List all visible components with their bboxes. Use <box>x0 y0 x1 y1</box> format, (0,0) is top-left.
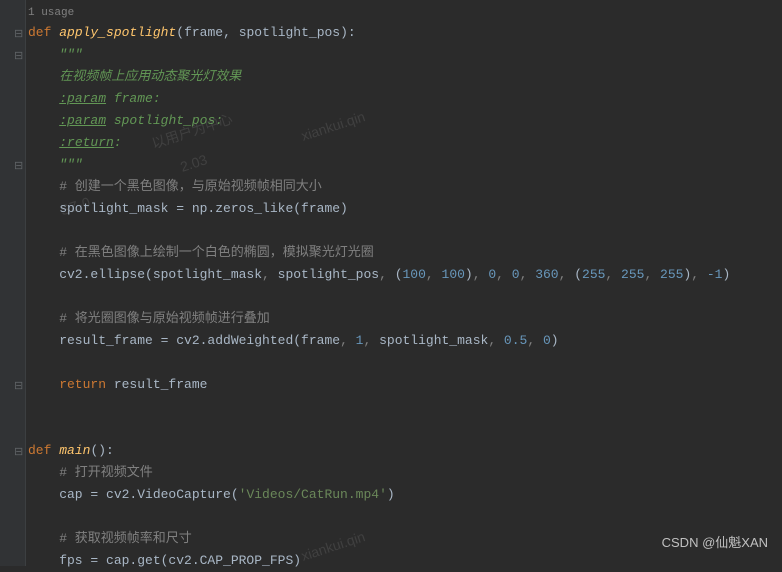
usage-hint[interactable]: 1 usage <box>0 0 782 22</box>
comment-line[interactable]: # 在黑色图像上绘制一个白色的椭圆，模拟聚光灯光圈 <box>0 242 782 264</box>
comma: , <box>644 267 660 282</box>
number: 0 <box>512 267 520 282</box>
docstring-open[interactable]: """ <box>0 44 782 66</box>
return-value: result_frame <box>114 377 208 392</box>
param-text: frame: <box>106 91 161 106</box>
comment: # 获取视频帧率和尺寸 <box>28 531 192 546</box>
number: 0.5 <box>504 333 527 348</box>
paren-open: ( <box>176 25 184 40</box>
comma: , <box>473 267 489 282</box>
paren: ) <box>551 333 559 348</box>
return-text: : <box>114 135 122 150</box>
comment-line[interactable]: # 打开视频文件 <box>0 462 782 484</box>
param-tag: :param <box>59 91 106 106</box>
comma: , <box>559 267 575 282</box>
code-line[interactable]: spotlight_mask = np.zeros_like(frame) <box>0 198 782 220</box>
param-frame: frame <box>184 25 223 40</box>
comment: # 打开视频文件 <box>28 465 153 480</box>
function-def[interactable]: def apply_spotlight(frame, spotlight_pos… <box>0 22 782 44</box>
docstring-close[interactable]: """ <box>0 154 782 176</box>
blank-line[interactable] <box>0 220 782 242</box>
blank-line[interactable] <box>0 396 782 418</box>
gutter: ⊟⊟⊟⊟⊟ <box>0 0 26 566</box>
comment-line[interactable]: # 将光圈图像与原始视频帧进行叠加 <box>0 308 782 330</box>
code-line[interactable]: result_frame = cv2.addWeighted(frame, 1,… <box>0 330 782 352</box>
comment: # 在黑色图像上绘制一个白色的椭圆，模拟聚光灯光圈 <box>28 245 374 260</box>
number: 360 <box>535 267 558 282</box>
comma: , <box>605 267 621 282</box>
fold-icon[interactable]: ⊟ <box>14 156 23 178</box>
fold-icon[interactable]: ⊟ <box>14 46 23 68</box>
paren: ) <box>387 487 395 502</box>
return-line[interactable]: return result_frame <box>0 374 782 396</box>
number: 0 <box>488 267 496 282</box>
blank-line[interactable] <box>0 506 782 528</box>
comment: # 创建一个黑色图像，与原始视频帧相同大小 <box>28 179 322 194</box>
triple-quote: """ <box>28 157 83 172</box>
fold-icon[interactable]: ⊟ <box>14 376 23 398</box>
param-spotlight: spotlight_pos <box>239 25 340 40</box>
comma: , <box>488 333 504 348</box>
code: cap = cv2.VideoCapture( <box>28 487 239 502</box>
code: result_frame = cv2.addWeighted(frame <box>28 333 340 348</box>
function-def-main[interactable]: def main(): <box>0 440 782 462</box>
comma: , <box>691 267 707 282</box>
number: -1 <box>707 267 723 282</box>
triple-quote: """ <box>28 47 83 62</box>
comma: , <box>520 267 536 282</box>
csdn-watermark: CSDN @仙魁XAN <box>662 532 768 554</box>
string-literal: 'Videos/CatRun.mp4' <box>239 487 387 502</box>
keyword-def: def <box>28 443 59 458</box>
sig: (): <box>90 443 113 458</box>
comment: # 将光圈图像与原始视频帧进行叠加 <box>28 311 270 326</box>
number: 255 <box>660 267 683 282</box>
keyword-def: def <box>28 25 59 40</box>
code: cv2.ellipse(spotlight_mask <box>28 267 262 282</box>
number: 255 <box>621 267 644 282</box>
comma: , <box>340 333 356 348</box>
comma: , <box>496 267 512 282</box>
docstring-param[interactable]: :param frame: <box>0 88 782 110</box>
number: 255 <box>582 267 605 282</box>
blank-line[interactable] <box>0 418 782 440</box>
param-tag: :param <box>59 113 106 128</box>
comma: , <box>426 267 442 282</box>
number: 100 <box>403 267 426 282</box>
function-name: main <box>59 443 90 458</box>
doc-text: 在视频帧上应用动态聚光灯效果 <box>28 69 241 84</box>
blank-line[interactable] <box>0 286 782 308</box>
paren: ( <box>395 267 403 282</box>
blank-line[interactable] <box>0 352 782 374</box>
paren: ) <box>465 267 473 282</box>
code-line[interactable]: cv2.ellipse(spotlight_mask, spotlight_po… <box>0 264 782 286</box>
param-text: spotlight_pos: <box>106 113 223 128</box>
docstring-line[interactable]: 在视频帧上应用动态聚光灯效果 <box>0 66 782 88</box>
code-line[interactable]: cap = cv2.VideoCapture('Videos/CatRun.mp… <box>0 484 782 506</box>
paren: ) <box>722 267 730 282</box>
docstring-return[interactable]: :return: <box>0 132 782 154</box>
function-name: apply_spotlight <box>59 25 176 40</box>
keyword-return: return <box>28 377 114 392</box>
return-tag: :return <box>59 135 114 150</box>
fold-icon[interactable]: ⊟ <box>14 442 23 464</box>
indent <box>28 135 59 150</box>
comment-line[interactable]: # 创建一个黑色图像，与原始视频帧相同大小 <box>0 176 782 198</box>
comma: , <box>527 333 543 348</box>
comma: , <box>223 25 239 40</box>
docstring-param[interactable]: :param spotlight_pos: <box>0 110 782 132</box>
indent <box>28 91 59 106</box>
comma: , <box>379 267 395 282</box>
fold-icon[interactable]: ⊟ <box>14 24 23 46</box>
number: 100 <box>442 267 465 282</box>
arg: spotlight_pos <box>278 267 379 282</box>
code: spotlight_mask = np.zeros_like(frame) <box>28 201 348 216</box>
comma: , <box>363 333 379 348</box>
number: 0 <box>543 333 551 348</box>
comma: , <box>262 267 278 282</box>
arg: spotlight_mask <box>379 333 488 348</box>
paren-close: ): <box>340 25 356 40</box>
paren: ( <box>574 267 582 282</box>
indent <box>28 113 59 128</box>
